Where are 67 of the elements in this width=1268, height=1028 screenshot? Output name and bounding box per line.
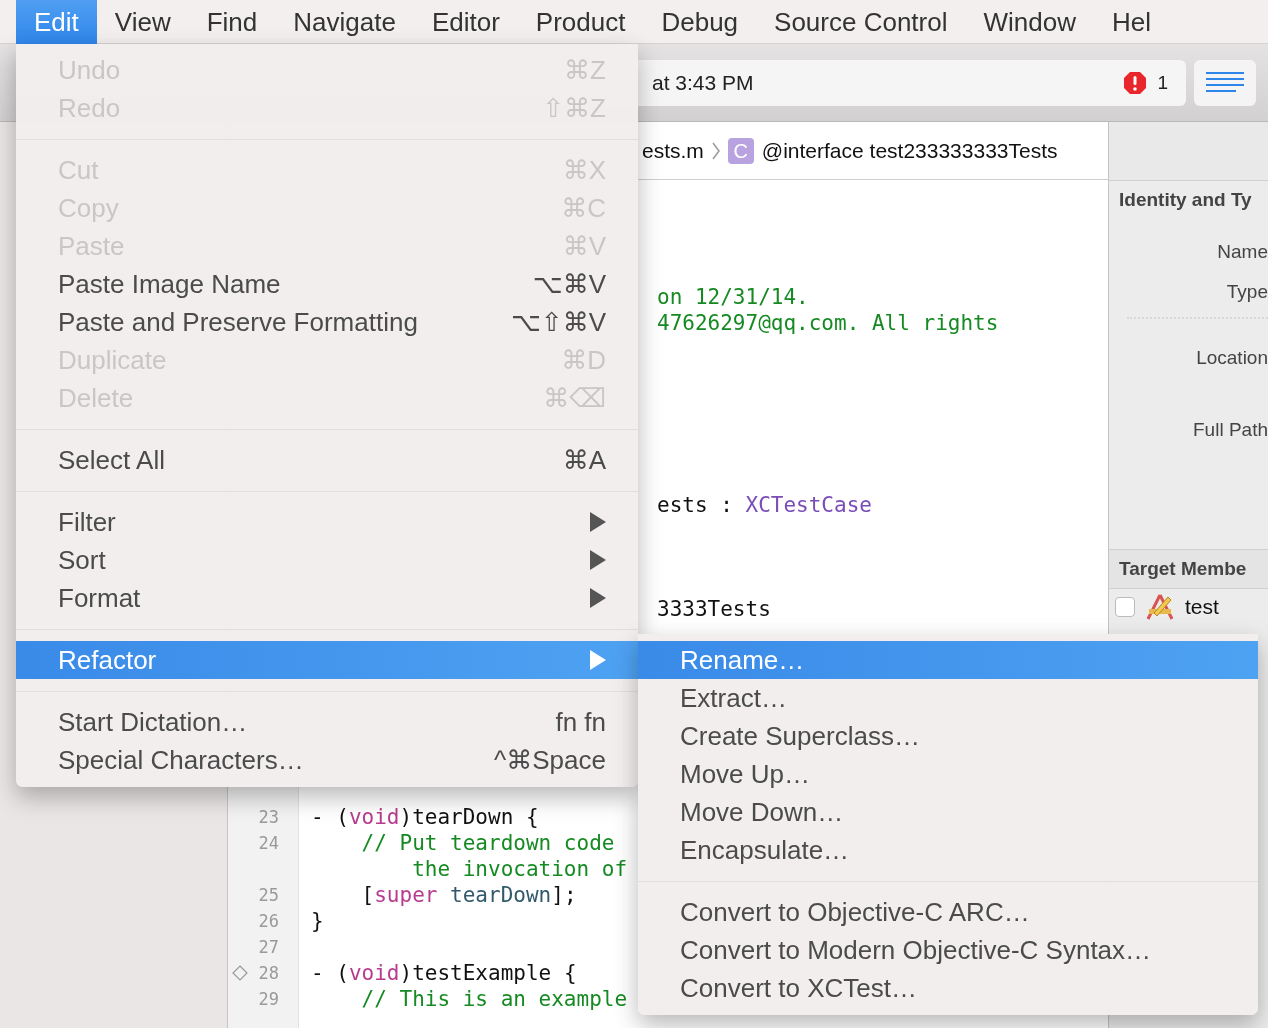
menu-item[interactable]: Convert to Objective-C ARC…: [638, 893, 1258, 931]
line-number: 28: [258, 962, 279, 985]
code-line: }: [311, 909, 324, 933]
code-line: - (void)testExample {: [311, 961, 577, 985]
field-label: Type: [1225, 281, 1268, 303]
code-line: - (void)tearDown {: [311, 805, 539, 829]
code-line: the invocation of: [411, 857, 628, 881]
section-title: Identity and Ty: [1118, 188, 1253, 211]
shortcut-label: ⌥⇧⌘V: [510, 306, 606, 338]
editor-mode-button[interactable]: [1194, 59, 1256, 106]
menu-item[interactable]: Move Down…: [638, 793, 1258, 831]
menu-item[interactable]: Format: [16, 579, 638, 617]
chevron-icon: [711, 141, 720, 160]
field-label: Name: [1216, 241, 1268, 263]
menu-item[interactable]: Sort: [16, 541, 638, 579]
error-icon[interactable]: [1123, 70, 1148, 95]
line-number: 27: [258, 936, 279, 959]
diamond-icon[interactable]: [232, 965, 248, 981]
menu-item[interactable]: Start Dictation… fn fn: [16, 703, 638, 741]
menu-item[interactable]: Special Characters… ^⌘Space: [16, 741, 638, 779]
menu-title[interactable]: Navigate: [275, 0, 414, 44]
menu-title[interactable]: Debug: [643, 0, 757, 44]
shortcut-label: ⌥⌘V: [532, 268, 606, 300]
field-label: Location: [1195, 347, 1268, 369]
field-label: Full Path: [1192, 419, 1268, 441]
target-name: test: [1185, 595, 1219, 619]
menu-title[interactable]: Window: [965, 0, 1094, 44]
menu-title[interactable]: Editor: [413, 0, 518, 44]
menu-title[interactable]: Find: [188, 0, 276, 44]
line-number: 24: [258, 832, 279, 855]
shortcut-label: ⌘A: [562, 444, 606, 476]
menu-item[interactable]: Filter: [16, 503, 638, 541]
menu-item[interactable]: Paste Image Name ⌥⌘V: [16, 265, 638, 303]
class-icon: C: [727, 137, 754, 164]
checkbox[interactable]: [1115, 597, 1135, 617]
shortcut-label: ⌘⌫: [543, 382, 606, 414]
shortcut-label: ^⌘Space: [494, 744, 606, 776]
menu-item[interactable]: Encapsulate…: [638, 831, 1258, 869]
menu-title[interactable]: Source Control: [756, 0, 966, 44]
code-line: // This is an example: [360, 987, 628, 1011]
shortcut-label: fn fn: [555, 706, 606, 738]
menu-item[interactable]: Paste and Preserve Formatting ⌥⇧⌘V: [16, 303, 638, 341]
menu-title[interactable]: Product: [517, 0, 644, 44]
menu-title[interactable]: View: [96, 0, 189, 44]
code-line: ests : XCTestCase: [657, 493, 872, 517]
line-number: 23: [258, 806, 279, 829]
code-line: 47626297@qq.com. All rights: [657, 311, 999, 335]
error-count: 1: [1157, 71, 1168, 94]
pencil-ruler-icon: [1145, 593, 1175, 621]
menu-item[interactable]: Convert to XCTest…: [638, 969, 1258, 1007]
menu-title[interactable]: Hel: [1093, 0, 1169, 44]
line-number: 26: [258, 910, 279, 933]
menu-item[interactable]: Extract…: [638, 679, 1258, 717]
code-line: on 12/31/14.: [657, 285, 809, 309]
breadcrumb-item[interactable]: ests.m: [642, 138, 704, 163]
line-number: 29: [258, 988, 279, 1011]
line-number: 25: [258, 884, 279, 907]
breadcrumb-item[interactable]: @interface test233333333Tests: [761, 138, 1058, 163]
menu-item[interactable]: Convert to Modern Objective-C Syntax…: [638, 931, 1258, 969]
menu-item[interactable]: Select All ⌘A: [16, 441, 638, 479]
code-line: 3333Tests: [657, 597, 771, 621]
status-text: at 3:43 PM: [652, 70, 755, 95]
menu-item[interactable]: Move Up…: [638, 755, 1258, 793]
menu-item[interactable]: Create Superclass…: [638, 717, 1258, 755]
code-line: [super tearDown];: [360, 883, 577, 907]
code-line: // Put teardown code: [360, 831, 615, 855]
section-title: Target Membe: [1118, 558, 1248, 580]
